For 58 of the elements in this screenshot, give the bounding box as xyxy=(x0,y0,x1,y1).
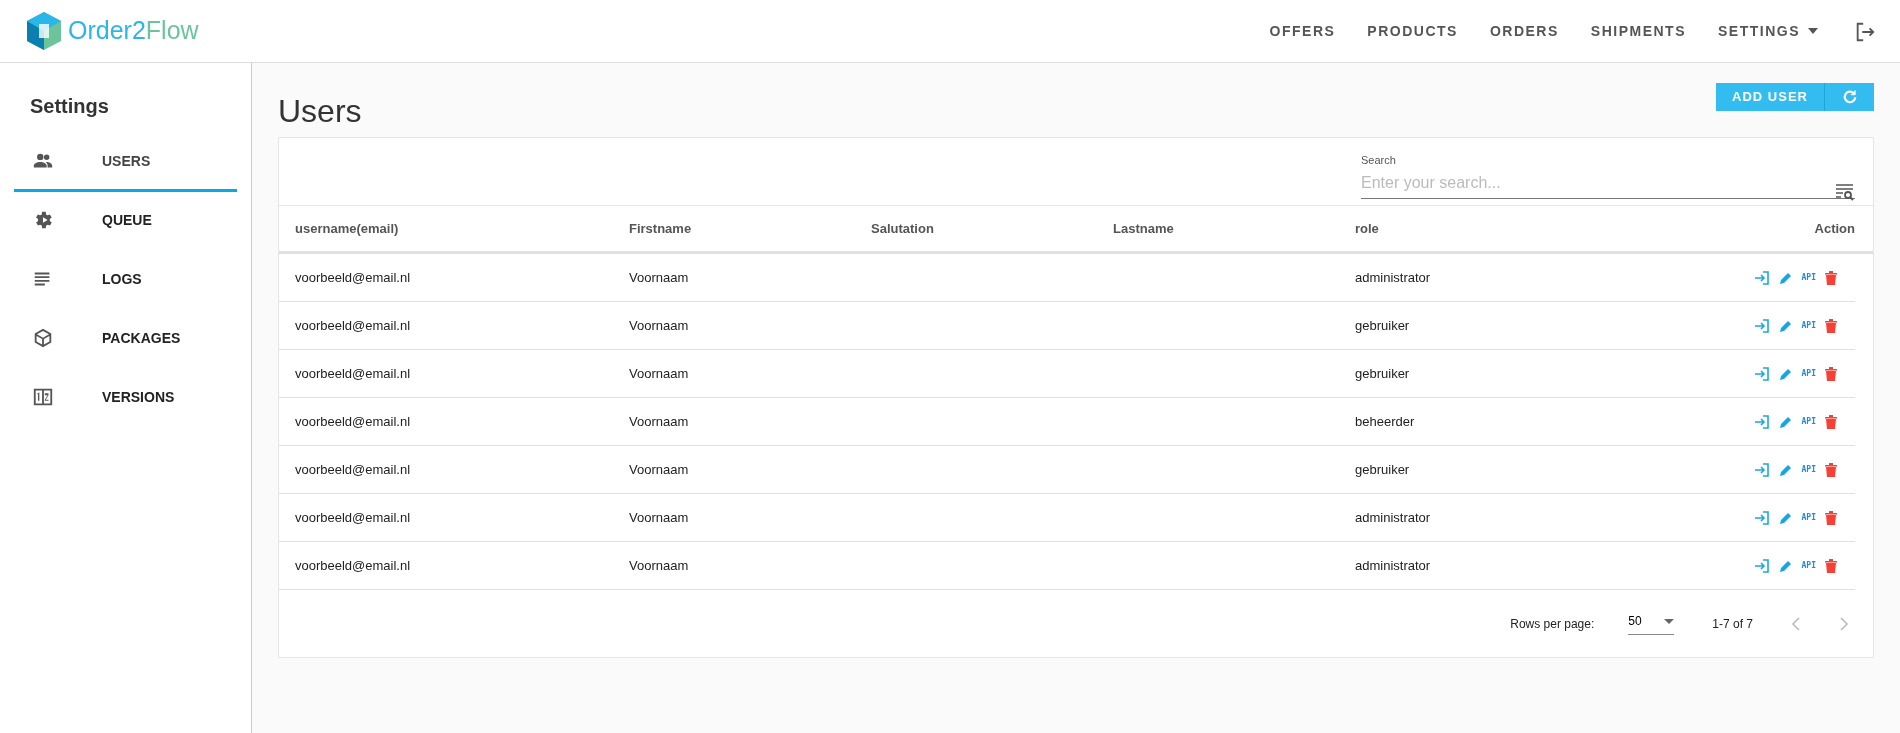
caret-icon xyxy=(1664,618,1675,624)
column-header: username(email) xyxy=(294,219,400,238)
table-cell-text: voorbeeld@email.nl xyxy=(294,412,412,431)
caret-icon xyxy=(1808,28,1818,34)
table-cell-text: Voornaam xyxy=(628,460,690,479)
table-cell-text: voorbeeld@email.nl xyxy=(294,460,412,479)
table-cell-text: Voornaam xyxy=(628,364,690,383)
column-header: Salutation xyxy=(870,219,935,238)
api-button[interactable]: API xyxy=(1792,367,1816,380)
table-cell-text: Voornaam xyxy=(628,412,690,431)
api-button[interactable]: API xyxy=(1792,511,1816,524)
table-cell-text: gebruiker xyxy=(1354,460,1411,479)
sidebar-title: Settings xyxy=(29,94,110,119)
column-header: Firstname xyxy=(628,219,693,238)
nav-link[interactable]: ORDERS xyxy=(1489,20,1559,42)
table-cell-text: beheerder xyxy=(1354,412,1416,431)
sidebar-item[interactable]: VERSIONS xyxy=(14,369,237,428)
nav-link[interactable]: OFFERS xyxy=(1269,20,1336,42)
nav-link[interactable]: SETTINGS xyxy=(1718,20,1818,42)
api-button[interactable]: API xyxy=(1792,319,1816,332)
nav-link[interactable]: SHIPMENTS xyxy=(1590,20,1686,42)
filter-search-icon[interactable] xyxy=(1835,183,1855,201)
column-header: Lastname xyxy=(1112,219,1175,238)
table-cell-text: voorbeeld@email.nl xyxy=(294,268,412,287)
table-cell-text: gebruiker xyxy=(1354,316,1411,335)
table-cell-text: administrator xyxy=(1354,556,1432,575)
nav-link[interactable]: PRODUCTS xyxy=(1367,20,1458,42)
table-cell-text: voorbeeld@email.nl xyxy=(294,364,412,383)
api-button[interactable]: API xyxy=(1792,559,1816,572)
page-title: Users xyxy=(278,92,362,131)
column-header: role xyxy=(1354,219,1380,238)
table-cell-text: administrator xyxy=(1354,508,1432,527)
table-cell-text: voorbeeld@email.nl xyxy=(294,508,412,527)
table-cell-text: Voornaam xyxy=(628,268,690,287)
sidebar-item[interactable]: PACKAGES xyxy=(14,310,237,369)
sidebar-item[interactable]: QUEUE xyxy=(14,192,237,251)
table-cell-text: Voornaam xyxy=(628,508,690,527)
table-cell-text: Voornaam xyxy=(628,556,690,575)
table-cell-text: gebruiker xyxy=(1354,364,1411,383)
search-field[interactable]: Enter your search... xyxy=(1361,168,1855,199)
api-button[interactable]: API xyxy=(1792,271,1816,284)
columns-icon xyxy=(32,386,54,408)
logo-icon xyxy=(24,11,64,51)
sidebar-item[interactable]: LOGS xyxy=(14,251,237,310)
table-cell-text: voorbeeld@email.nl xyxy=(294,316,412,335)
column-header: Action xyxy=(1813,219,1856,238)
rows-per-page-select[interactable]: 50 xyxy=(1628,612,1675,635)
api-button[interactable]: API xyxy=(1792,415,1816,428)
page-range: 1-7 of 7 xyxy=(1712,615,1753,633)
refresh-button[interactable] xyxy=(1824,83,1874,111)
search-label: Search xyxy=(1361,153,1397,168)
api-button[interactable]: API xyxy=(1792,463,1816,476)
box-icon xyxy=(32,327,54,349)
table-cell-text: voorbeeld@email.nl xyxy=(294,556,412,575)
table-cell-text: Voornaam xyxy=(628,316,690,335)
sidebar-item[interactable]: USERS xyxy=(14,133,237,192)
rows-per-page-label: Rows per page: xyxy=(1510,615,1595,633)
table-cell-text: administrator xyxy=(1354,268,1432,287)
